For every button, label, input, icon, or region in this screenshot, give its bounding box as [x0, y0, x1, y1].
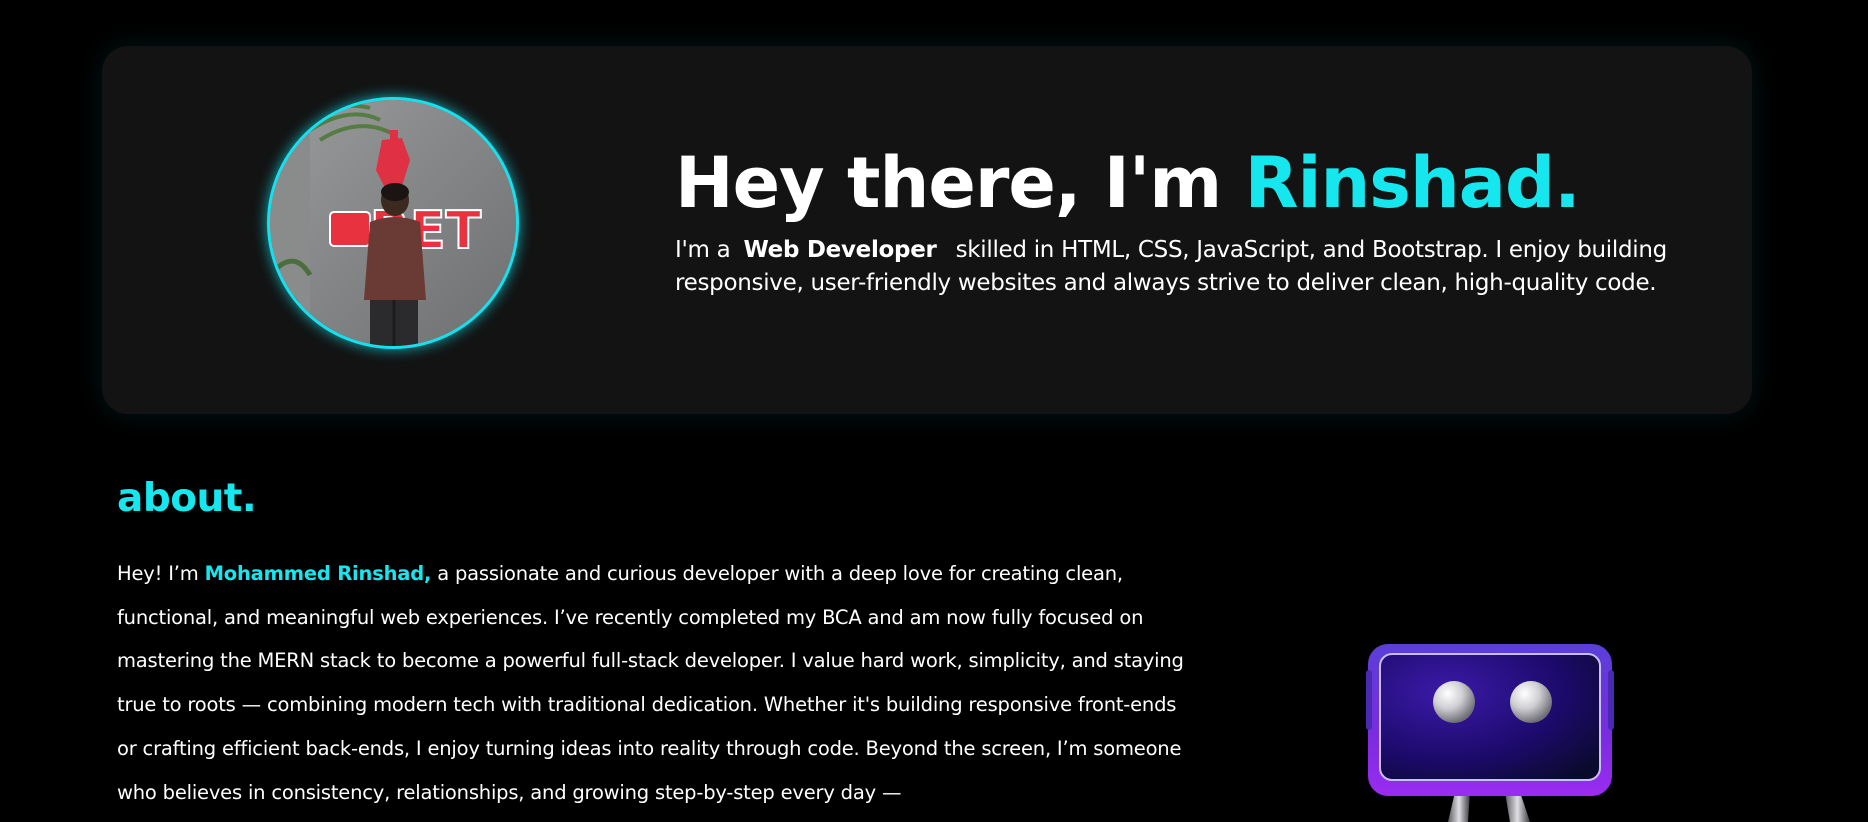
hero-role: Web Developer [743, 237, 937, 263]
profile-photo: RET [270, 100, 516, 346]
hero-desc-prefix: I'm a [675, 237, 731, 263]
robot-illustration [1366, 644, 1614, 822]
about-heading: about. [117, 476, 257, 521]
hero-title-name: Rinshad. [1244, 142, 1581, 224]
hero-title: Hey there, I'm Rinshad. [675, 138, 1581, 228]
about-text-prefix: Hey! I’m [117, 562, 205, 585]
hero-title-prefix: Hey there, I'm [675, 142, 1245, 224]
portfolio-page: RET Hey there, I'm Rinshad. I'm a Web De… [0, 0, 1868, 822]
robot-icon [1360, 640, 1620, 822]
about-text: Hey! I’m Mohammed Rinshad, a passionate … [117, 552, 1197, 814]
about-text-body: a passionate and curious developer with … [117, 562, 1184, 804]
profile-avatar: RET [267, 97, 519, 349]
hero-description: I'm a Web Developer skilled in HTML, CSS… [675, 234, 1675, 300]
about-name: Mohammed Rinshad, [204, 562, 432, 585]
